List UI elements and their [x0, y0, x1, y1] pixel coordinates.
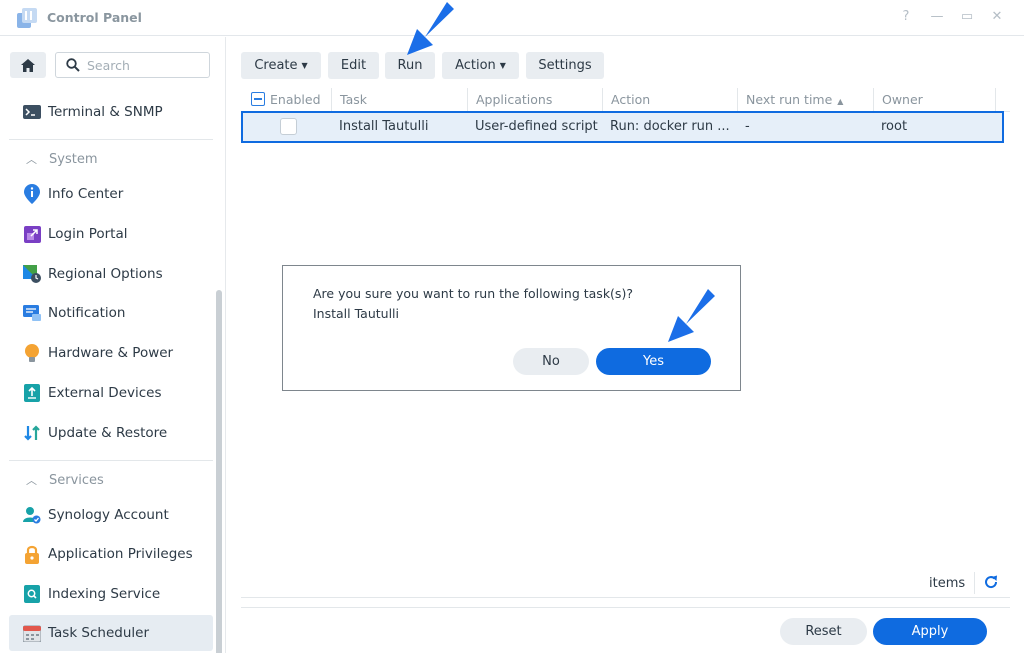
cell-applications: User-defined script — [475, 119, 598, 134]
cell-action: Run: docker run ... — [610, 119, 730, 134]
privileges-icon — [22, 544, 42, 564]
sidebar-item-hardware-power[interactable]: Hardware & Power — [9, 335, 213, 371]
help-icon[interactable]: ? — [898, 9, 914, 24]
login-portal-icon — [22, 224, 42, 244]
divider — [974, 572, 975, 594]
settings-button[interactable]: Settings — [526, 52, 604, 79]
sidebar-item-notification[interactable]: Notification — [9, 295, 213, 331]
column-owner[interactable]: Owner — [873, 88, 995, 112]
column-spacer — [995, 88, 1010, 112]
chevron-up-icon: ︿ — [26, 153, 37, 166]
divider — [241, 607, 1010, 608]
section-services[interactable]: ︿ Services — [9, 466, 213, 494]
indexing-icon — [22, 584, 42, 604]
search-box[interactable] — [55, 52, 210, 78]
search-icon — [66, 58, 80, 72]
cell-next-run-time: - — [745, 119, 750, 134]
search-input[interactable] — [87, 57, 202, 74]
table-row[interactable]: Install Tautulli User-defined script Run… — [241, 111, 1004, 143]
home-button[interactable] — [10, 52, 46, 78]
close-icon[interactable]: ✕ — [989, 9, 1005, 24]
caret-down-icon: ▼ — [301, 61, 308, 70]
sidebar-item-update-restore[interactable]: Update & Restore — [9, 415, 213, 451]
annotation-arrow-icon — [407, 2, 454, 55]
sidebar-scrollbar[interactable] — [216, 290, 222, 653]
table-header: Enabled Task Applications Action Next ru… — [241, 88, 1010, 112]
enabled-checkbox[interactable] — [280, 118, 297, 135]
column-next-run-time[interactable]: Next run time ▲ — [737, 88, 873, 112]
external-devices-icon — [22, 383, 42, 403]
calendar-icon — [22, 623, 42, 643]
no-button[interactable]: No — [513, 348, 589, 375]
edit-button[interactable]: Edit — [328, 52, 379, 79]
sidebar-item-application-privileges[interactable]: Application Privileges — [9, 536, 213, 572]
sort-ascending-icon: ▲ — [837, 97, 844, 106]
items-count-label: items — [929, 576, 966, 591]
cell-task: Install Tautulli — [339, 119, 429, 134]
reset-button[interactable]: Reset — [780, 618, 867, 645]
divider — [241, 597, 1010, 598]
terminal-icon — [22, 102, 42, 122]
sidebar-item-external-devices[interactable]: External Devices — [9, 375, 213, 411]
title-bar: Control Panel ? — ▭ ✕ — [0, 0, 1024, 36]
sidebar-item-terminal-snmp[interactable]: Terminal & SNMP — [9, 94, 213, 130]
column-task[interactable]: Task — [331, 88, 467, 112]
sidebar-item-indexing-service[interactable]: Indexing Service — [9, 576, 213, 612]
yes-button[interactable]: Yes — [596, 348, 711, 375]
column-applications[interactable]: Applications — [467, 88, 602, 112]
regional-options-icon — [22, 264, 42, 284]
sidebar-item-regional-options[interactable]: Regional Options — [9, 256, 213, 292]
sidebar-item-synology-account[interactable]: Synology Account — [9, 497, 213, 533]
annotation-arrow-icon — [668, 289, 715, 342]
refresh-icon[interactable] — [983, 574, 999, 590]
minimize-icon[interactable]: — — [929, 9, 945, 24]
create-button[interactable]: Create ▼ — [241, 52, 321, 79]
divider — [9, 460, 213, 461]
hardware-power-icon — [22, 343, 42, 363]
account-icon — [22, 505, 42, 525]
column-enabled[interactable]: Enabled — [241, 88, 331, 112]
sidebar-item-task-scheduler[interactable]: Task Scheduler — [9, 615, 213, 651]
maximize-icon[interactable]: ▭ — [959, 9, 975, 24]
window-title: Control Panel — [47, 10, 142, 25]
dialog-task-name: Install Tautulli — [313, 306, 399, 321]
update-restore-icon — [22, 423, 42, 443]
dialog-message: Are you sure you want to run the followi… — [313, 286, 633, 301]
home-icon — [21, 58, 35, 72]
sidebar-item-login-portal[interactable]: Login Portal — [9, 216, 213, 252]
sidebar-item-info-center[interactable]: Info Center — [9, 176, 213, 212]
cell-owner: root — [881, 119, 908, 134]
sidebar: Terminal & SNMP ︿ System Info Center Log… — [0, 37, 226, 653]
caret-down-icon: ▼ — [499, 61, 506, 70]
info-icon — [22, 184, 42, 204]
section-system[interactable]: ︿ System — [9, 145, 213, 173]
column-action[interactable]: Action — [602, 88, 737, 112]
apply-button[interactable]: Apply — [873, 618, 987, 645]
divider — [9, 139, 213, 140]
select-all-checkbox[interactable] — [251, 92, 265, 106]
notification-icon — [22, 303, 42, 323]
control-panel-icon — [17, 8, 37, 28]
chevron-up-icon: ︿ — [26, 474, 37, 487]
